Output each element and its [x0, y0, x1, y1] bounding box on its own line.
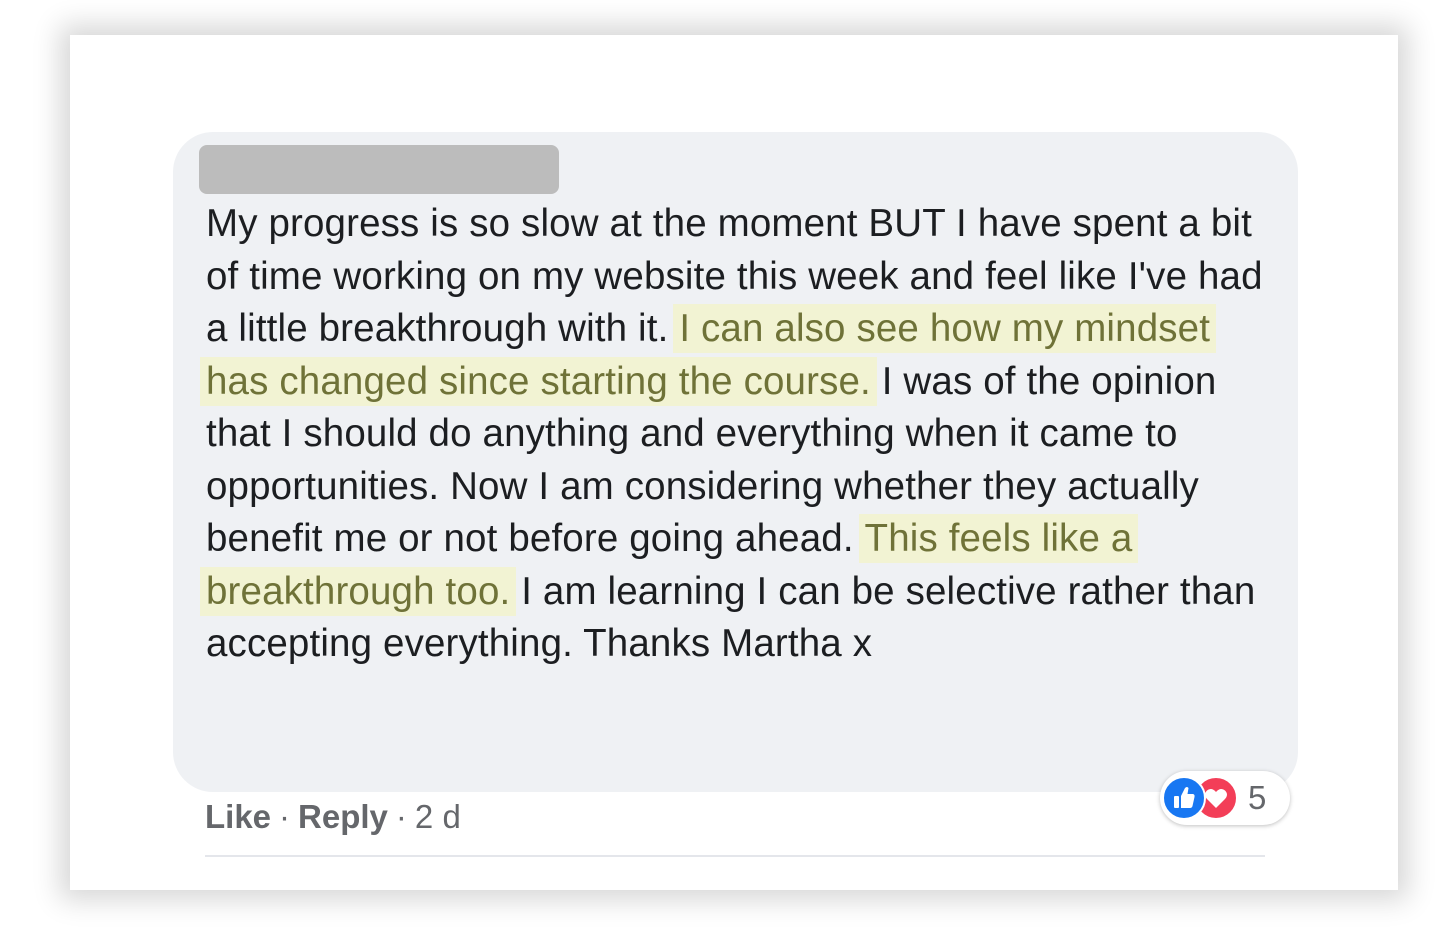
action-separator: · [395, 798, 407, 835]
redacted-author-name [199, 145, 559, 194]
comment-text: My progress is so slow at the moment BUT… [200, 198, 1281, 671]
like-button[interactable]: Like [205, 798, 271, 835]
reactions-summary[interactable]: 5 [1160, 771, 1290, 825]
screenshot-card: My progress is so slow at the moment BUT… [70, 35, 1398, 890]
reaction-count: 5 [1248, 779, 1267, 816]
action-separator: · [279, 798, 291, 835]
reply-button[interactable]: Reply [298, 798, 388, 835]
comment-actions: Like · Reply · 2 d [205, 797, 461, 837]
like-icon [1162, 776, 1206, 820]
divider [205, 855, 1265, 857]
comment-bubble: My progress is so slow at the moment BUT… [173, 132, 1298, 792]
comment-timestamp[interactable]: 2 d [415, 798, 461, 835]
